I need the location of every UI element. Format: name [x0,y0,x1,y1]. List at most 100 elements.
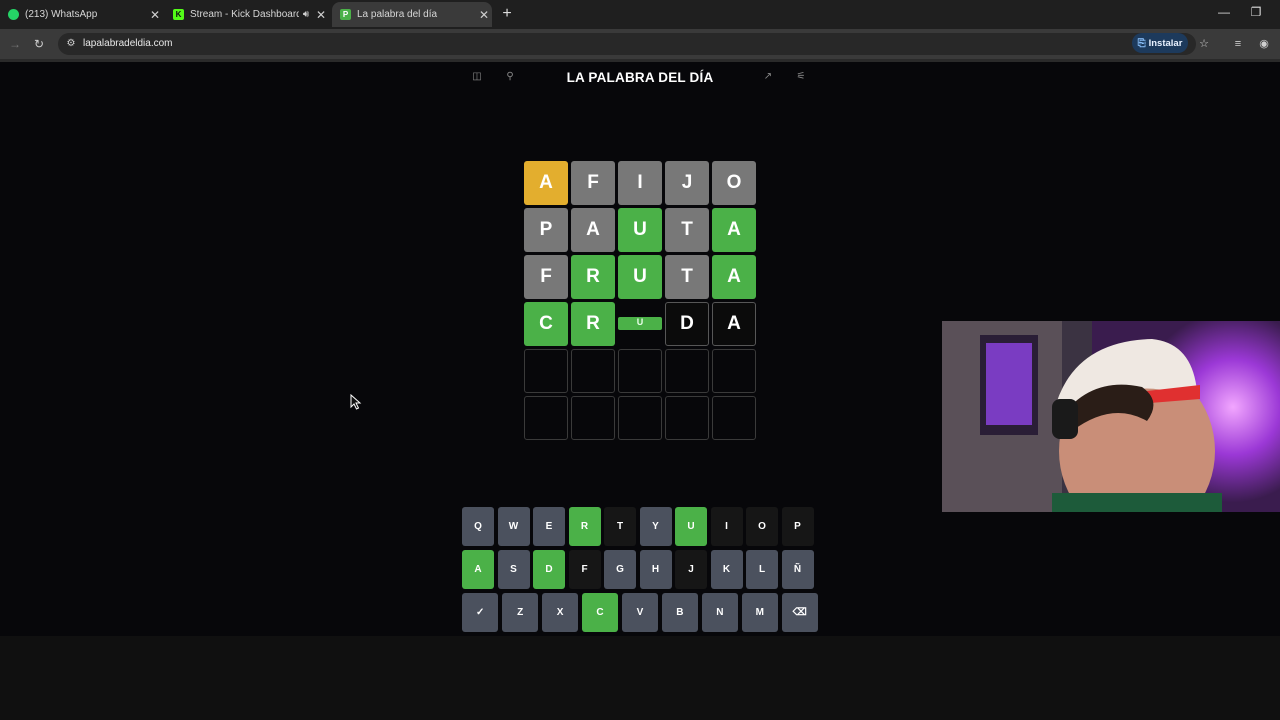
board-tile: R [571,255,615,299]
board-tile [665,349,709,393]
board-row: FRUTA [524,255,756,299]
key-n[interactable]: N [701,593,739,632]
media-icon[interactable]: ≡ [1230,36,1246,52]
site-settings-icon[interactable]: ⚙ [64,37,78,51]
board-tile: U [618,208,662,252]
key-o[interactable]: O [746,507,778,546]
key-z[interactable]: Z [501,593,539,632]
game-board: AFIJOPAUTAFRUTACRUDA [524,161,756,443]
board-tile [712,396,756,440]
game-header: ◫ ⚲ LA PALABRA DEL DÍA ↗ ⚟ [462,62,818,94]
close-tab-icon[interactable]: ✕ [147,8,163,22]
key-t[interactable]: T [604,507,636,546]
restore-icon[interactable]: ❐ [1248,5,1264,19]
key-i[interactable]: I [710,507,743,546]
minimize-icon[interactable]: — [1216,5,1232,19]
board-tile: A [712,255,756,299]
keyboard-row: ASDFGHJKLÑ [462,550,818,589]
key-v[interactable]: V [621,593,659,632]
reload-icon[interactable]: ↻ [31,36,47,52]
key-f[interactable]: F [568,550,601,589]
board-tile: F [524,255,568,299]
stats-icon[interactable]: ↗ [761,70,775,84]
key-x[interactable]: X [541,593,579,632]
key-p[interactable]: P [781,507,814,546]
board-tile [712,349,756,393]
key-c[interactable]: C [581,593,619,632]
backspace-key[interactable]: ⌫ [781,593,818,632]
key-r[interactable]: R [568,507,601,546]
key-s[interactable]: S [497,550,530,589]
address-bar-area: → ↻ ⚙ lapalabradeldia.com [0,29,1280,59]
board-tile [665,396,709,440]
board-row: AFIJO [524,161,756,205]
keyboard-row: QWERTYUIOP [462,507,818,546]
close-tab-icon[interactable]: ✕ [476,8,492,22]
key-d[interactable]: D [533,550,565,589]
install-icon: ⎘ [1137,37,1146,49]
key-q[interactable]: Q [462,507,494,546]
key-h[interactable]: H [639,550,672,589]
key-j[interactable]: J [675,550,707,589]
key-l[interactable]: L [746,550,778,589]
board-row: PAUTA [524,208,756,252]
forward-icon[interactable]: → [7,36,23,52]
new-tab-button[interactable]: + [498,4,516,24]
key-b[interactable]: B [661,593,699,632]
board-tile: F [571,161,615,205]
key-m[interactable]: M [741,593,778,632]
webcam-overlay [942,321,1280,512]
key-g[interactable]: G [604,550,636,589]
tab-bar: (213) WhatsApp ✕ K Stream - Kick Dashboa… [0,0,1280,29]
board-tile: A [712,302,756,346]
profile-icon[interactable]: ◉ [1256,36,1272,52]
whatsapp-icon [8,9,19,20]
tab-title: Stream - Kick Dashboard [190,9,299,20]
page-footer-strip [0,636,1280,720]
board-tile: J [665,161,709,205]
board-tile: A [571,208,615,252]
board-tile [524,396,568,440]
board-row: CRUDA [524,302,756,346]
tab-title: La palabra del día [357,9,438,20]
key-u[interactable]: U [675,507,707,546]
board-tile [618,349,662,393]
board-tile: U [618,255,662,299]
board-tile: R [571,302,615,346]
enter-key[interactable]: ✓ [462,593,499,632]
board-tile: A [712,208,756,252]
board-tile: O [712,161,756,205]
tab-whatsapp[interactable]: (213) WhatsApp ✕ [0,2,163,27]
close-tab-icon[interactable]: ✕ [313,8,329,22]
key-ñ[interactable]: Ñ [781,550,814,589]
key-y[interactable]: Y [639,507,672,546]
tab-title: (213) WhatsApp [25,9,98,20]
board-tile: T [665,255,709,299]
install-label: Instalar [1148,37,1183,49]
key-w[interactable]: W [497,507,530,546]
board-row [524,396,756,440]
install-button[interactable]: ⎘ Instalar [1132,33,1188,53]
board-tile: P [524,208,568,252]
board-tile: A [524,161,568,205]
key-e[interactable]: E [533,507,565,546]
url-text: lapalabradeldia.com [83,38,173,49]
keyboard-row: ✓ Z X C V B N M ⌫ [462,593,818,632]
key-k[interactable]: K [710,550,743,589]
address-bar[interactable]: ⚙ lapalabradeldia.com [58,33,1196,55]
speaker-icon[interactable]: 🔊︎ [299,9,313,20]
board-row [524,349,756,393]
site-icon: P [340,9,351,20]
board-tile [571,396,615,440]
webcam-feed [942,321,1280,512]
bookmark-star-icon[interactable]: ☆ [1196,36,1212,52]
board-tile [571,349,615,393]
key-a[interactable]: A [462,550,494,589]
settings-icon[interactable]: ⚟ [794,70,808,84]
board-tile: U [618,302,662,346]
flipping-tile-letter: U [618,317,662,330]
tab-kick-dashboard[interactable]: K Stream - Kick Dashboard 🔊︎ ✕ [165,2,329,27]
board-tile [618,396,662,440]
tab-la-palabra-del-dia[interactable]: P La palabra del día ✕ [332,2,492,27]
board-tile [524,349,568,393]
